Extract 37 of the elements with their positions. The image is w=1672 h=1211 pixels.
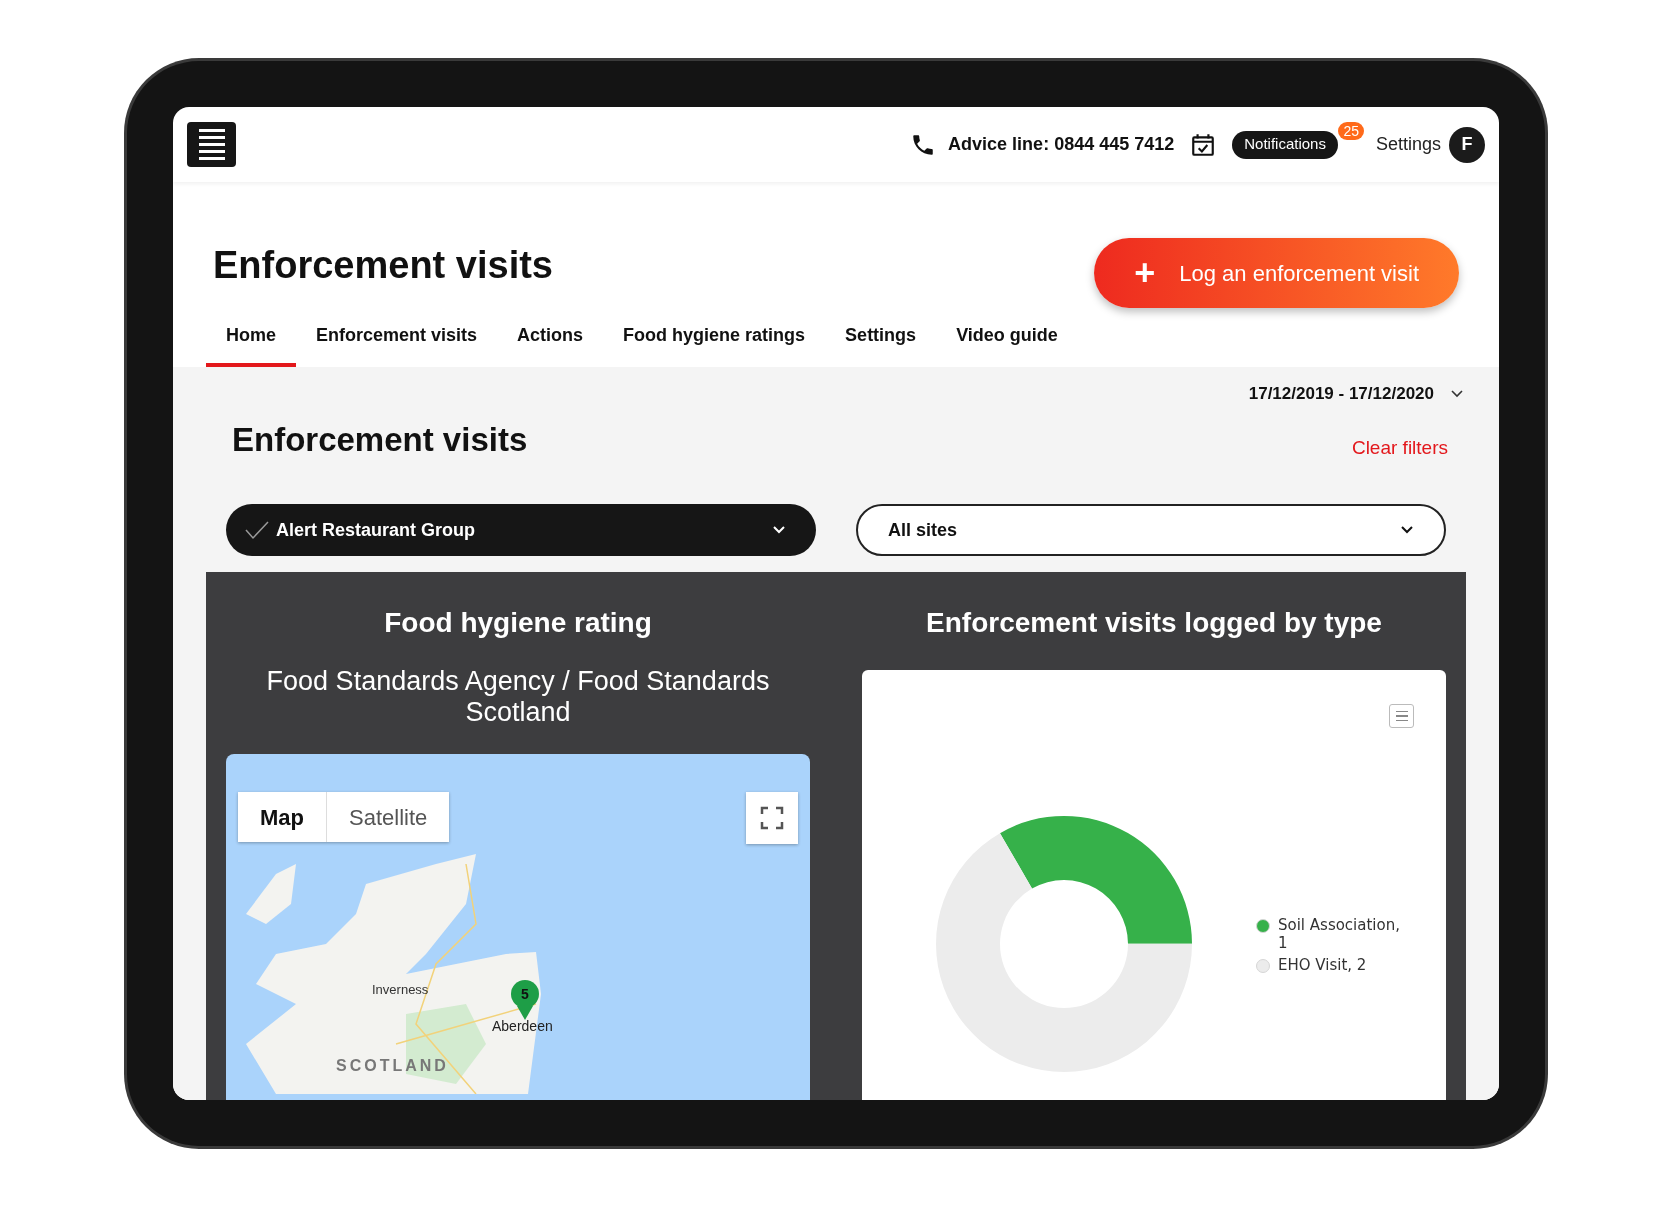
panel-title: Enforcement visits logged by type — [926, 606, 1382, 640]
map-type-tab[interactable]: Satellite — [326, 792, 450, 842]
menu-button[interactable] — [187, 122, 236, 167]
log-visit-button[interactable]: + Log an enforcement visit — [1094, 238, 1459, 308]
nav-tab[interactable]: Actions — [497, 314, 604, 367]
check-icon — [244, 520, 270, 540]
chart-menu-button[interactable] — [1389, 704, 1414, 728]
nav-tab[interactable]: Video guide — [936, 314, 1078, 367]
legend-label[interactable]: EHO Visit, 2 — [1278, 956, 1367, 974]
user-avatar[interactable]: F — [1449, 126, 1485, 163]
notification-count-badge: 25 — [1338, 121, 1364, 140]
date-range[interactable]: 17/12/2019 - 17/12/2020 — [1248, 381, 1434, 407]
panel-subtitle: Food Standards Agency / Food Standards Scotland — [265, 666, 771, 728]
fullscreen-button[interactable] — [746, 792, 798, 844]
notifications-button[interactable]: Notifications — [1232, 130, 1338, 159]
page-title: Enforcement visits — [213, 242, 553, 288]
section-title: Enforcement visits — [232, 419, 528, 460]
nav-tab[interactable]: Enforcement visits — [296, 314, 498, 367]
filter-dropdown[interactable]: All sites — [856, 504, 1446, 556]
chevron-down-icon[interactable] — [1450, 388, 1464, 399]
nav-tab[interactable]: Settings — [825, 314, 937, 367]
calendar-check-icon[interactable] — [1190, 131, 1217, 158]
chevron-down-icon — [772, 525, 786, 535]
settings-link[interactable]: Settings — [1375, 131, 1441, 158]
chevron-down-icon — [1400, 525, 1414, 535]
map[interactable]: Map Satellite Inverness Aberdeen SCOTLAND 5 — [226, 754, 810, 1100]
filter-dropdown[interactable]: Alert Restaurant Group — [226, 504, 816, 556]
advice-line: Advice line: 0844 445 7412 — [948, 133, 1175, 156]
map-type-tab[interactable]: Map — [238, 792, 326, 842]
map-place-label: Inverness — [372, 981, 429, 999]
nav-tab[interactable]: Food hygiene ratings — [603, 314, 826, 367]
map-region-label: SCOTLAND — [336, 1056, 449, 1076]
legend-label[interactable]: Soil Association, 1 — [1278, 916, 1406, 952]
panel-title: Food hygiene rating — [384, 606, 652, 640]
clear-filters-link[interactable]: Clear filters — [1351, 433, 1448, 462]
fullscreen-icon — [760, 806, 784, 830]
map-place-label: Aberdeen — [492, 1017, 553, 1036]
